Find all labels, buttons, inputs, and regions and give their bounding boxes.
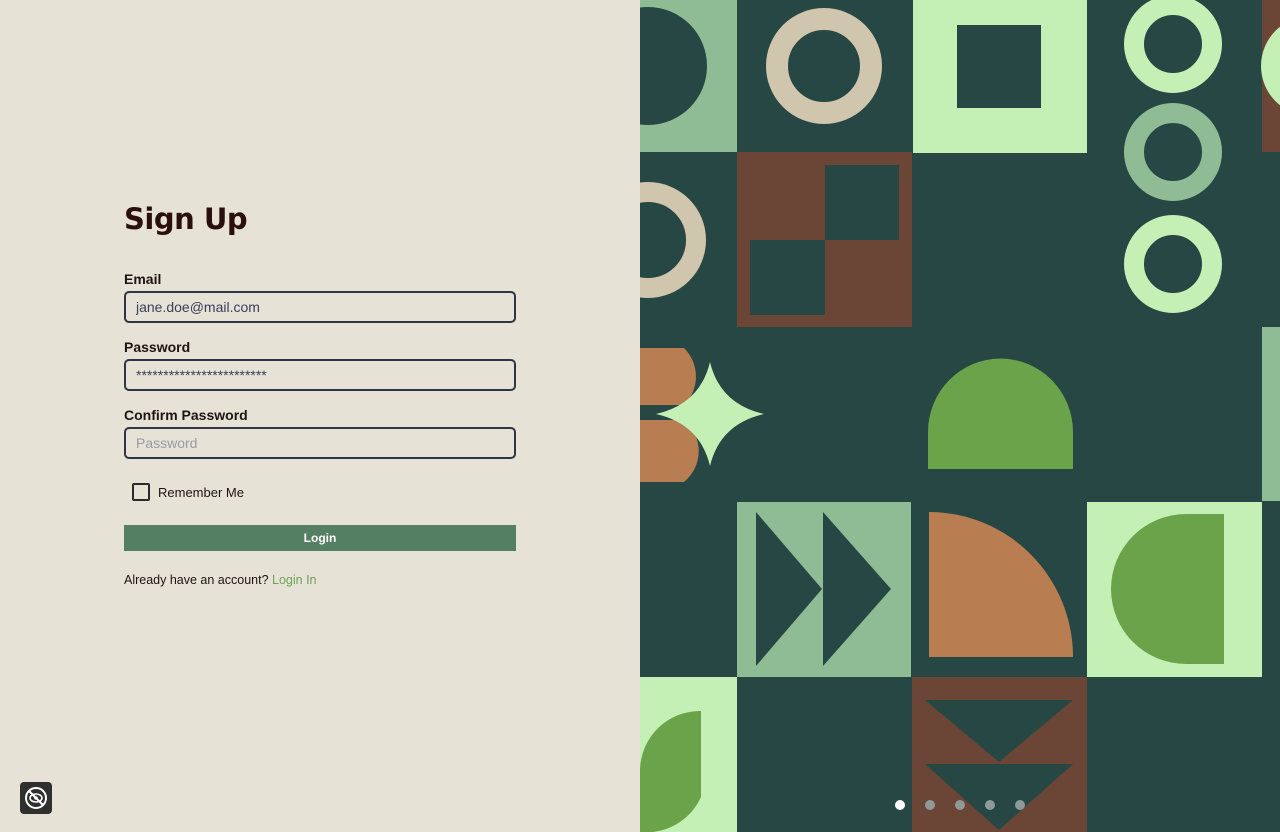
- geometric-pattern-illustration: [640, 0, 1280, 832]
- account-prompt: Already have an account? Login In: [124, 573, 317, 587]
- page-title: Sign Up: [124, 202, 248, 236]
- signup-panel: Sign Up Email Password Confirm Password …: [0, 0, 640, 832]
- account-prompt-text: Already have an account?: [124, 573, 269, 587]
- illustration-panel: [640, 0, 1280, 832]
- password-field[interactable]: [124, 359, 516, 391]
- confirm-password-field[interactable]: [124, 427, 516, 459]
- email-label: Email: [124, 271, 162, 287]
- email-field[interactable]: [124, 291, 516, 323]
- carousel-dot-2[interactable]: [925, 800, 935, 810]
- password-label: Password: [124, 339, 191, 355]
- remember-me-checkbox[interactable]: [132, 483, 150, 501]
- login-button[interactable]: Login: [124, 525, 516, 551]
- eye-off-icon: [25, 787, 47, 809]
- accessibility-button[interactable]: [20, 782, 52, 814]
- confirm-password-label: Confirm Password: [124, 407, 248, 423]
- carousel-dot-5[interactable]: [1015, 800, 1025, 810]
- carousel-dot-1[interactable]: [895, 800, 905, 810]
- carousel-dot-4[interactable]: [985, 800, 995, 810]
- login-link[interactable]: Login In: [272, 573, 316, 587]
- carousel-dot-3[interactable]: [955, 800, 965, 810]
- remember-me-label: Remember Me: [158, 485, 244, 500]
